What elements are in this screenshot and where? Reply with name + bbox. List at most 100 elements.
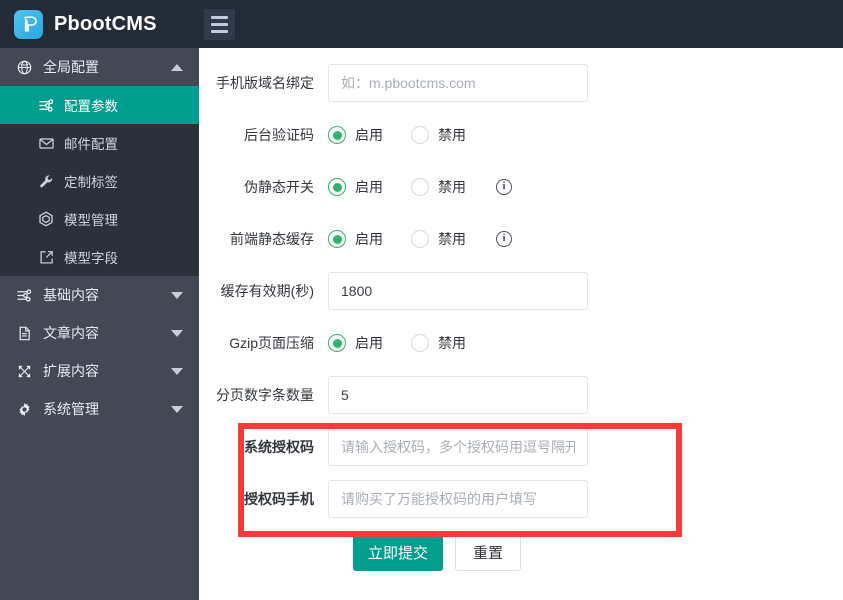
brand-title: PbootCMS — [54, 13, 157, 36]
field-label: 手机版域名绑定 — [199, 73, 328, 93]
sidebar-group-system-manage[interactable]: 系统管理 — [0, 390, 199, 428]
form-row-license-code: 系统授权码 — [199, 421, 843, 473]
field-label: 前端静态缓存 — [199, 229, 328, 249]
radio-label: 启用 — [355, 333, 383, 353]
hamburger-bar — [211, 23, 228, 26]
pseudo-static-disable-radio[interactable]: 禁用 — [411, 177, 466, 197]
sidebar-item-label: 模型字段 — [64, 247, 118, 267]
main-content: 手机版域名绑定 后台验证码 启用 禁用 — [199, 48, 843, 600]
top-header: PbootCMS — [0, 0, 843, 48]
cache-ttl-input[interactable] — [328, 272, 588, 310]
frontend-cache-enable-radio[interactable]: 启用 — [328, 229, 383, 249]
license-phone-input[interactable] — [328, 480, 588, 518]
sidebar-item-mail-config[interactable]: 邮件配置 — [0, 124, 199, 162]
sidebar-group-label: 系统管理 — [43, 399, 171, 419]
external-link-icon — [36, 250, 56, 265]
field-label: 伪静态开关 — [199, 177, 328, 197]
sidebar-group-basic-content[interactable]: 基础内容 — [0, 276, 199, 314]
sliders-icon — [36, 98, 56, 113]
radio-circle-unselected — [411, 178, 429, 196]
form-row-cache-ttl: 缓存有效期(秒) — [199, 265, 843, 317]
pboot-p-logo-icon — [14, 10, 43, 39]
form-row-mobile-domain: 手机版域名绑定 — [199, 57, 843, 109]
hamburger-bar — [211, 16, 228, 19]
sidebar-group-label: 基础内容 — [43, 285, 171, 305]
radio-label: 启用 — [355, 229, 383, 249]
radio-circle-unselected — [411, 334, 429, 352]
field-control — [328, 480, 843, 518]
page-numbers-input[interactable] — [328, 376, 588, 414]
field-control: 启用 禁用 i — [328, 229, 843, 249]
chevron-down-icon — [171, 368, 183, 375]
gear-icon — [14, 402, 34, 417]
expand-arrows-icon — [14, 364, 34, 379]
radio-circle-unselected — [411, 126, 429, 144]
field-control — [328, 64, 843, 102]
radio-label: 禁用 — [438, 333, 466, 353]
document-icon — [14, 326, 34, 341]
form-row-admin-captcha: 后台验证码 启用 禁用 — [199, 109, 843, 161]
radio-label: 禁用 — [438, 177, 466, 197]
envelope-icon — [36, 136, 56, 151]
radio-label: 禁用 — [438, 229, 466, 249]
reset-button[interactable]: 重置 — [455, 533, 521, 571]
sidebar-item-custom-tags[interactable]: 定制标签 — [0, 162, 199, 200]
radio-circle-selected — [328, 178, 346, 196]
gzip-disable-radio[interactable]: 禁用 — [411, 333, 466, 353]
radio-label: 启用 — [355, 177, 383, 197]
field-label: 系统授权码 — [199, 437, 328, 457]
chevron-up-icon — [171, 64, 183, 71]
info-circle-icon[interactable]: i — [496, 179, 512, 195]
sidebar-item-config-params[interactable]: 配置参数 — [0, 86, 199, 124]
radio-label: 启用 — [355, 125, 383, 145]
hamburger-icon[interactable] — [204, 9, 235, 40]
mobile-domain-input[interactable] — [328, 64, 588, 102]
sliders-icon — [14, 288, 34, 303]
license-code-input[interactable] — [328, 428, 588, 466]
sidebar-group-article-content[interactable]: 文章内容 — [0, 314, 199, 352]
pbootcms-admin-page: PbootCMS 全局配置 — [0, 0, 843, 600]
chevron-down-icon — [171, 292, 183, 299]
chevron-down-icon — [171, 406, 183, 413]
sidebar-item-label: 定制标签 — [64, 171, 118, 191]
cube-icon — [36, 211, 56, 227]
pseudo-static-enable-radio[interactable]: 启用 — [328, 177, 383, 197]
sidebar-item-label: 邮件配置 — [64, 133, 118, 153]
sidebar-group-label: 扩展内容 — [43, 361, 171, 381]
form-row-pseudo-static: 伪静态开关 启用 禁用 i — [199, 161, 843, 213]
sidebar-group-extend-content[interactable]: 扩展内容 — [0, 352, 199, 390]
gzip-enable-radio[interactable]: 启用 — [328, 333, 383, 353]
sidebar-item-label: 模型管理 — [64, 209, 118, 229]
form-row-page-numbers: 分页数字条数量 — [199, 369, 843, 421]
field-control — [328, 428, 843, 466]
globe-icon — [14, 60, 34, 75]
sidebar-item-model-manage[interactable]: 模型管理 — [0, 200, 199, 238]
info-circle-icon[interactable]: i — [496, 231, 512, 247]
submit-button[interactable]: 立即提交 — [353, 533, 443, 571]
radio-circle-selected — [328, 230, 346, 248]
form-row-gzip: Gzip页面压缩 启用 禁用 — [199, 317, 843, 369]
hamburger-bar — [211, 30, 228, 33]
field-control: 启用 禁用 i — [328, 177, 843, 197]
admin-captcha-enable-radio[interactable]: 启用 — [328, 125, 383, 145]
radio-circle-selected — [328, 126, 346, 144]
sidebar-group-label: 文章内容 — [43, 323, 171, 343]
sidebar-item-label: 配置参数 — [64, 95, 118, 115]
field-control: 启用 禁用 — [328, 333, 843, 353]
sidebar-item-model-fields[interactable]: 模型字段 — [0, 238, 199, 276]
field-control: 启用 禁用 — [328, 125, 843, 145]
field-label: 分页数字条数量 — [199, 385, 328, 405]
field-label: 缓存有效期(秒) — [199, 281, 328, 301]
brand-area: PbootCMS — [0, 0, 199, 48]
field-control — [328, 376, 843, 414]
radio-circle-selected — [328, 334, 346, 352]
sidebar: 全局配置 配置参数 — [0, 48, 199, 600]
frontend-cache-disable-radio[interactable]: 禁用 — [411, 229, 466, 249]
form-row-license-phone: 授权码手机 — [199, 473, 843, 525]
radio-circle-unselected — [411, 230, 429, 248]
admin-captcha-disable-radio[interactable]: 禁用 — [411, 125, 466, 145]
form-row-frontend-cache: 前端静态缓存 启用 禁用 i — [199, 213, 843, 265]
form-actions: 立即提交 重置 — [199, 525, 843, 579]
sidebar-submenu-global-config: 配置参数 邮件配置 定制标签 — [0, 86, 199, 276]
sidebar-group-global-config[interactable]: 全局配置 — [0, 48, 199, 86]
